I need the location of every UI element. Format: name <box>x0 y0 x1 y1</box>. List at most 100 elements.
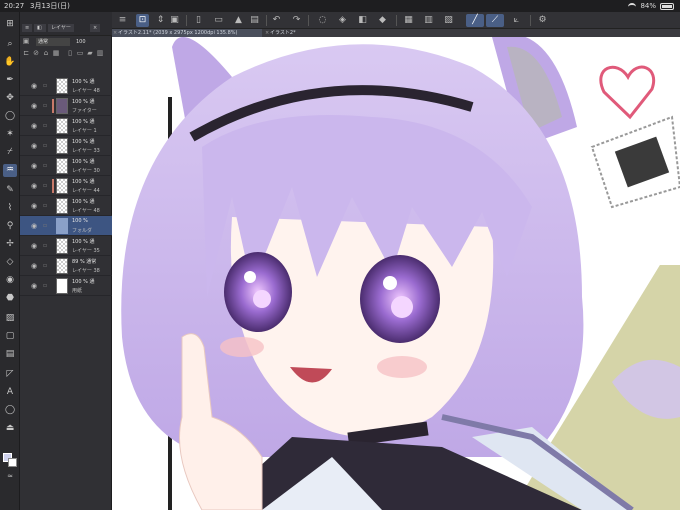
lock-icon[interactable]: ▫ <box>43 222 50 230</box>
correct-line-icon[interactable]: ⏏ <box>3 422 17 435</box>
blend-mode-select[interactable]: 通常 <box>36 38 70 46</box>
export-icon[interactable]: ▲ <box>232 14 245 27</box>
layer-row[interactable]: ◉ ▫ 100 % 通ファイター <box>20 96 112 116</box>
eye-icon[interactable]: ◉ <box>30 162 38 170</box>
gradient-icon[interactable]: ▨ <box>3 312 17 325</box>
eye-icon[interactable]: ◉ <box>30 222 38 230</box>
eye-icon[interactable]: ◉ <box>30 82 38 90</box>
ruler-tool-icon[interactable]: ◸ <box>3 368 17 381</box>
tab-layer[interactable]: レイヤー <box>48 24 74 32</box>
panel-menu-icon[interactable]: ≡ <box>22 24 32 32</box>
ruler-snap-icon[interactable]: ╱ <box>466 14 484 27</box>
lock-icon[interactable]: ⌂ <box>42 49 50 58</box>
layer-row[interactable]: ◉ ▫ 100 % 通レイヤー 35 <box>20 236 112 256</box>
grid-icon[interactable]: ▦ <box>402 14 415 27</box>
transform-selection-icon[interactable]: ◆ <box>376 14 389 27</box>
new-folder-icon[interactable]: ▰ <box>86 49 94 58</box>
frame-icon[interactable]: ▣ <box>168 14 181 27</box>
fill-select-icon[interactable]: ◈ <box>336 14 349 27</box>
hand-icon[interactable]: ✋ <box>3 56 17 69</box>
layer-row[interactable]: ◉ ▫ 100 % 通レイヤー 48 <box>20 76 112 96</box>
shape-icon[interactable]: ▢ <box>3 330 17 343</box>
canvas[interactable] <box>112 37 680 510</box>
decoration-icon[interactable]: ⚲ <box>3 220 17 233</box>
clip-icon[interactable]: ⊏ <box>22 49 30 58</box>
brush-icon[interactable]: ⌇ <box>3 202 17 215</box>
eye-icon[interactable]: ◉ <box>30 262 38 270</box>
open-folder-icon[interactable]: ▭ <box>212 14 225 27</box>
frame-tool-icon[interactable]: ▤ <box>3 348 17 361</box>
magic-wand-icon[interactable]: ✶ <box>3 128 17 141</box>
lock-icon[interactable]: ▫ <box>43 282 50 290</box>
close-icon[interactable]: × <box>265 29 269 37</box>
eye-icon[interactable]: ◉ <box>30 182 38 190</box>
balloon-icon[interactable]: ◯ <box>3 404 17 417</box>
lock-icon[interactable]: ▫ <box>43 262 50 270</box>
tab-illust-2[interactable]: × イラスト2* <box>264 29 334 37</box>
eye-icon[interactable]: ◉ <box>30 282 38 290</box>
eye-icon[interactable]: ◉ <box>30 202 38 210</box>
clear-icon[interactable]: ◧ <box>356 14 369 27</box>
move-icon[interactable]: ✥ <box>3 92 17 105</box>
reference-icon[interactable]: ⊘ <box>32 49 40 58</box>
layer-row[interactable]: ◉ ▫ 100 % 通レイヤー 44 <box>20 176 112 196</box>
tab-illust-1[interactable]: × イラスト2.11* (2039 x 2975px 1200dpi 135.8… <box>112 29 262 37</box>
layer-color-icon[interactable]: ▣ <box>22 37 30 46</box>
pen-icon[interactable]: ✒ <box>3 74 17 87</box>
snap-icon[interactable]: ▧ <box>442 14 455 27</box>
menu-icon[interactable]: ≡ <box>116 14 129 27</box>
opacity-value[interactable]: 100 <box>76 38 96 46</box>
eraser-icon[interactable]: ◇ <box>3 256 17 269</box>
layer-row[interactable]: ◉ ▫ 100 % 通レイヤー 33 <box>20 136 112 156</box>
new-file-icon[interactable]: ▯ <box>192 14 205 27</box>
undo-icon[interactable]: ↶ <box>270 14 283 27</box>
layer-row[interactable]: ◉ ▫ 100 % 通用紙 <box>20 276 112 296</box>
lock-icon[interactable]: ▫ <box>43 142 50 150</box>
spray-icon[interactable]: ✢ <box>3 238 17 251</box>
redo-icon[interactable]: ↷ <box>290 14 303 27</box>
blend-icon[interactable]: ◉ <box>3 274 17 287</box>
eye-icon[interactable]: ◉ <box>30 242 38 250</box>
lock-icon[interactable]: ▫ <box>43 82 50 90</box>
eye-icon[interactable]: ◉ <box>30 102 38 110</box>
command-bar: ≡ ⊡ ⇕ ▣ ▯ ▭ ▲ ▤ ↶ ↷ ◌ ◈ ◧ ◆ ▦ ▥ ▧ ╱ ⟋ ⟀ … <box>112 12 680 29</box>
layer-row[interactable]: ◉ ▫ 100 % 通レイヤー 48 <box>20 196 112 216</box>
ruler-icon[interactable]: ▥ <box>422 14 435 27</box>
layer-row[interactable]: ◉ ▫ 100 % 通レイヤー 1 <box>20 116 112 136</box>
select-icon[interactable]: ◌ <box>316 14 329 27</box>
eye-icon[interactable]: ◉ <box>30 142 38 150</box>
panel-close-icon[interactable]: × <box>90 24 100 32</box>
layer-row[interactable]: ◉ ▫ 100 % 通レイヤー 30 <box>20 156 112 176</box>
close-icon[interactable]: × <box>113 29 117 37</box>
delete-layer-icon[interactable]: ▥ <box>96 49 104 58</box>
text-icon[interactable]: A <box>3 386 17 399</box>
save-icon[interactable]: ▤ <box>248 14 261 27</box>
lock-icon[interactable]: ▫ <box>43 182 50 190</box>
panel-icon[interactable]: ◧ <box>34 24 46 32</box>
sub-color-swatch[interactable] <box>8 458 17 467</box>
fill-icon[interactable]: ⬣ <box>3 292 17 305</box>
new-raster-layer-icon[interactable]: ▯ <box>66 49 74 58</box>
lock-icon[interactable]: ▫ <box>43 162 50 170</box>
lasso-icon[interactable]: ◯ <box>3 110 17 123</box>
lock-icon[interactable]: ▫ <box>43 122 50 130</box>
lock-icon[interactable]: ▫ <box>43 102 50 110</box>
lock-alpha-icon[interactable]: ▦ <box>52 49 60 58</box>
layer-row[interactable]: ◉ ▫ 100 % フォルダ <box>20 216 112 236</box>
eye-icon[interactable]: ◉ <box>30 122 38 130</box>
transform-icon[interactable]: ⊡ <box>136 14 149 27</box>
perspective-icon[interactable]: ⟀ <box>510 14 523 27</box>
eyedropper-icon[interactable]: ⌿ <box>3 146 17 159</box>
transparent-color-icon[interactable]: ≈ <box>3 470 17 483</box>
airbrush-icon[interactable]: ♒ <box>3 164 17 177</box>
layer-row[interactable]: ◉ ▫ 89 % 通常 レイヤー 38 <box>20 256 112 276</box>
zoom-icon[interactable]: ⌕ <box>3 38 17 51</box>
chevron-updown-icon[interactable]: ⇕ <box>154 14 167 27</box>
special-ruler-icon[interactable]: ⟋ <box>486 14 504 27</box>
sub-tool-menu-icon[interactable]: ⊞ <box>3 18 17 31</box>
lock-icon[interactable]: ▫ <box>43 202 50 210</box>
pencil-icon[interactable]: ✎ <box>3 184 17 197</box>
lock-icon[interactable]: ▫ <box>43 242 50 250</box>
new-vector-layer-icon[interactable]: ▭ <box>76 49 84 58</box>
settings-icon[interactable]: ⚙ <box>536 14 549 27</box>
